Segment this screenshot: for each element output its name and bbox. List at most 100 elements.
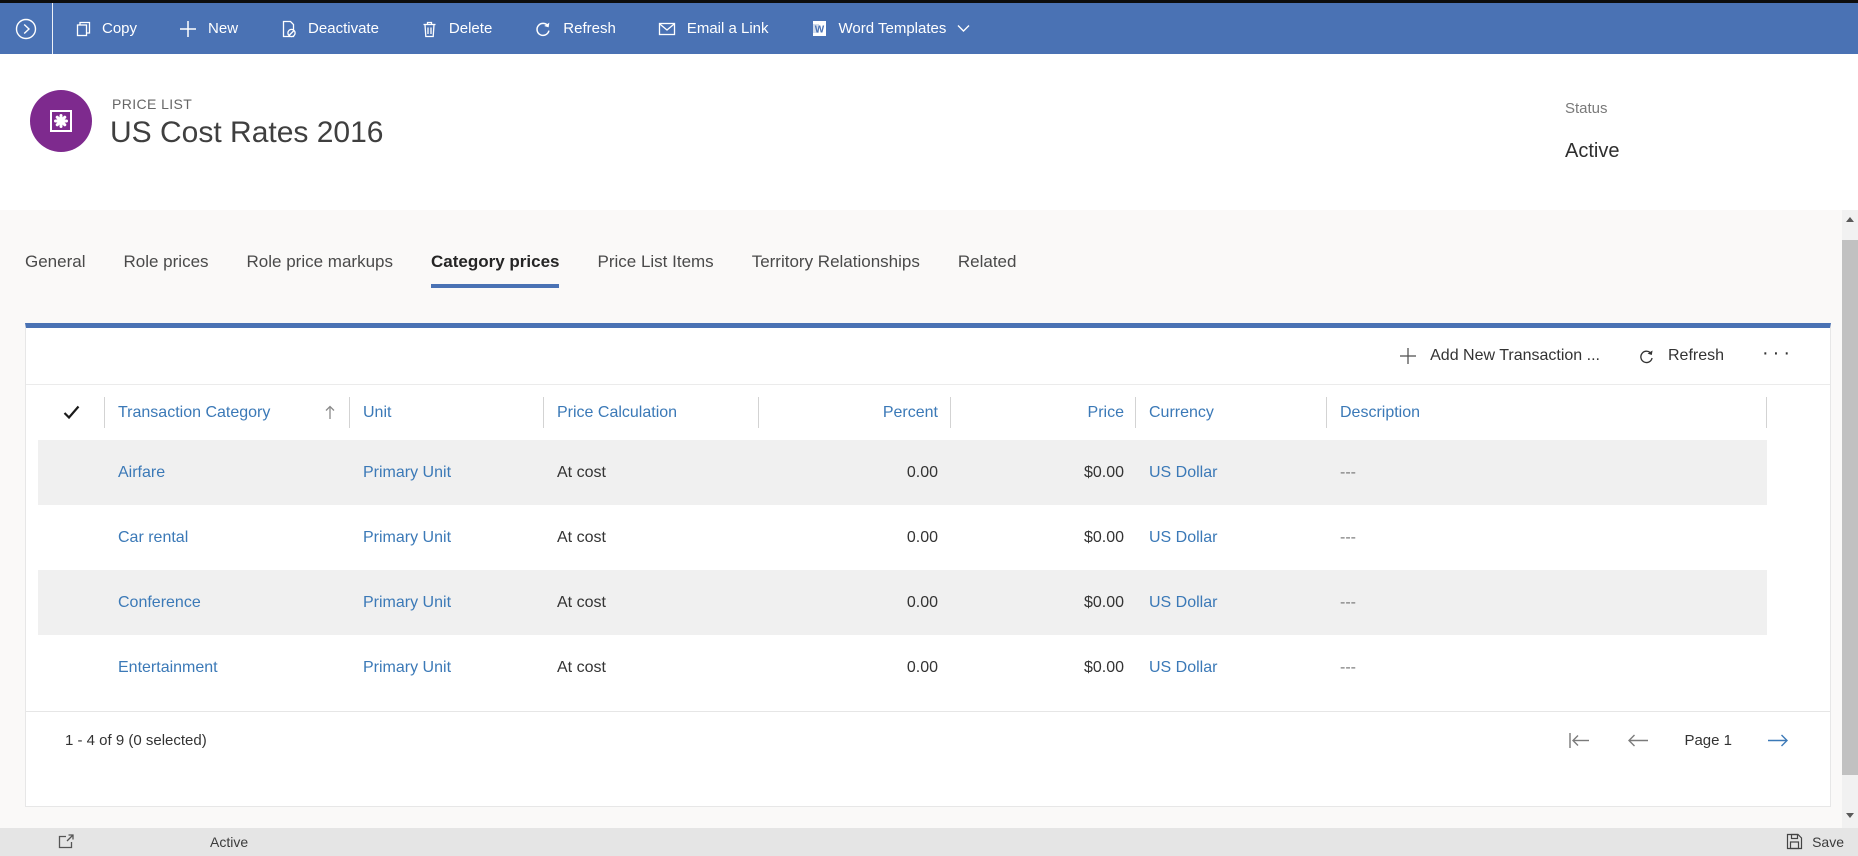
refresh-icon	[534, 20, 552, 38]
word-templates-button-label: Word Templates	[838, 20, 947, 37]
form-footer-bar: Active Save	[0, 828, 1858, 856]
select-all-checkbox[interactable]	[38, 385, 105, 440]
column-header-currency[interactable]: Currency	[1136, 385, 1327, 440]
plus-icon	[179, 20, 197, 38]
cell-price-calculation: At cost	[557, 528, 606, 546]
cell-unit-link[interactable]: Primary Unit	[363, 529, 451, 546]
svg-text:W: W	[814, 24, 824, 35]
deactivate-button[interactable]: Deactivate	[259, 3, 400, 54]
cell-currency-link[interactable]: US Dollar	[1149, 659, 1217, 676]
new-button[interactable]: New	[158, 3, 259, 54]
cell-transaction-category-link[interactable]: Conference	[118, 594, 201, 611]
status-field-label: Status	[1565, 100, 1608, 117]
tab-territory-relationships[interactable]: Territory Relationships	[752, 252, 920, 288]
more-commands-button[interactable]: ···	[1762, 343, 1794, 369]
cell-currency-link[interactable]: US Dollar	[1149, 464, 1217, 481]
save-button[interactable]: Save	[1786, 833, 1844, 850]
cell-unit-link[interactable]: Primary Unit	[363, 594, 451, 611]
table-row[interactable]: Car rental Primary Unit At cost 0.00 $0.…	[38, 505, 1767, 570]
command-bar-buttons: Copy New Deactivate Delete Refresh Email…	[53, 3, 991, 54]
vertical-scrollbar[interactable]	[1842, 210, 1858, 828]
email-icon	[658, 21, 676, 37]
column-header-unit[interactable]: Unit	[350, 385, 544, 440]
cell-price: $0.00	[1083, 593, 1124, 611]
scroll-up-arrow-icon[interactable]	[1846, 217, 1854, 222]
entity-type-label: PRICE LIST	[112, 96, 193, 112]
word-templates-button[interactable]: W Word Templates	[790, 3, 992, 54]
grid-table: Transaction Category Unit Price Calculat…	[38, 385, 1767, 700]
cell-percent: 0.00	[906, 528, 938, 546]
cell-currency-link[interactable]: US Dollar	[1149, 594, 1217, 611]
cell-unit-link[interactable]: Primary Unit	[363, 659, 451, 676]
add-new-transaction-label: Add New Transaction ...	[1430, 347, 1600, 364]
category-prices-grid: Add New Transaction ... Refresh ··· Tran…	[25, 323, 1831, 807]
record-header: PRICE LIST US Cost Rates 2016 Status Act…	[0, 54, 1858, 210]
refresh-button[interactable]: Refresh	[513, 3, 637, 54]
add-new-transaction-button[interactable]: Add New Transaction ...	[1399, 347, 1600, 365]
tab-general[interactable]: General	[25, 252, 85, 288]
cell-price: $0.00	[1083, 528, 1124, 546]
previous-page-button[interactable]	[1626, 731, 1650, 750]
form-tabs: General Role prices Role price markups C…	[25, 252, 1016, 288]
copy-button[interactable]: Copy	[53, 3, 158, 54]
status-field-value: Active	[1565, 140, 1620, 162]
deactivate-icon	[280, 20, 297, 38]
cell-percent: 0.00	[906, 658, 938, 676]
cell-price-calculation: At cost	[557, 463, 606, 481]
refresh-button-label: Refresh	[563, 20, 616, 37]
cell-percent: 0.00	[906, 593, 938, 611]
next-page-button[interactable]	[1766, 731, 1790, 750]
record-count: 1 - 4 of 9 (0 selected)	[65, 731, 207, 749]
column-header-price-calculation[interactable]: Price Calculation	[544, 385, 759, 440]
popout-icon[interactable]	[57, 833, 75, 850]
column-header-description[interactable]: Description	[1327, 385, 1767, 440]
circled-chevron-right-icon	[14, 17, 38, 41]
command-bar: Copy New Deactivate Delete Refresh Email…	[0, 3, 1858, 54]
trash-icon	[421, 20, 438, 38]
cell-price: $0.00	[1083, 658, 1124, 676]
cell-currency-link[interactable]: US Dollar	[1149, 529, 1217, 546]
table-row[interactable]: Airfare Primary Unit At cost 0.00 $0.00 …	[38, 440, 1767, 505]
cell-description: ---	[1340, 658, 1356, 676]
tab-category-prices[interactable]: Category prices	[430, 252, 560, 288]
checkmark-icon	[63, 405, 80, 420]
scrollbar-thumb[interactable]	[1842, 240, 1858, 775]
grid-refresh-label: Refresh	[1667, 347, 1725, 364]
cell-description: ---	[1340, 593, 1356, 611]
delete-button-label: Delete	[448, 20, 493, 37]
word-document-icon: W	[811, 20, 828, 37]
cell-transaction-category-link[interactable]: Car rental	[118, 529, 188, 546]
tab-role-prices[interactable]: Role prices	[123, 252, 208, 288]
table-row[interactable]: Conference Primary Unit At cost 0.00 $0.…	[38, 570, 1767, 635]
tab-price-list-items[interactable]: Price List Items	[597, 252, 713, 288]
grid-footer: 1 - 4 of 9 (0 selected) Page 1	[26, 712, 1830, 768]
grid-refresh-button[interactable]: Refresh	[1638, 347, 1724, 365]
command-bar-expand-button[interactable]	[0, 3, 53, 54]
column-header-label: Transaction Category	[118, 403, 271, 421]
plus-icon	[1399, 347, 1417, 365]
table-row[interactable]: Entertainment Primary Unit At cost 0.00 …	[38, 635, 1767, 700]
column-header-price[interactable]: Price	[951, 385, 1136, 440]
cell-price-calculation: At cost	[557, 658, 606, 676]
cell-percent: 0.00	[906, 463, 938, 481]
price-list-entity-icon	[30, 90, 92, 152]
save-floppy-icon	[1786, 833, 1803, 850]
sort-ascending-icon	[324, 405, 336, 420]
new-button-label: New	[208, 20, 239, 37]
cell-unit-link[interactable]: Primary Unit	[363, 464, 451, 481]
copy-icon	[74, 20, 91, 37]
column-header-percent[interactable]: Percent	[759, 385, 951, 440]
delete-button[interactable]: Delete	[400, 3, 513, 54]
column-header-transaction-category[interactable]: Transaction Category	[105, 385, 350, 440]
tab-role-price-markups[interactable]: Role price markups	[247, 252, 393, 288]
refresh-icon	[1638, 348, 1655, 365]
scroll-down-arrow-icon[interactable]	[1846, 813, 1854, 818]
cell-transaction-category-link[interactable]: Airfare	[118, 464, 165, 481]
first-page-button[interactable]	[1568, 731, 1592, 750]
copy-button-label: Copy	[102, 20, 138, 37]
email-a-link-button[interactable]: Email a Link	[637, 3, 790, 54]
cell-transaction-category-link[interactable]: Entertainment	[118, 659, 218, 676]
tab-related[interactable]: Related	[958, 252, 1017, 288]
chevron-down-icon	[957, 24, 970, 33]
cell-price-calculation: At cost	[557, 593, 606, 611]
